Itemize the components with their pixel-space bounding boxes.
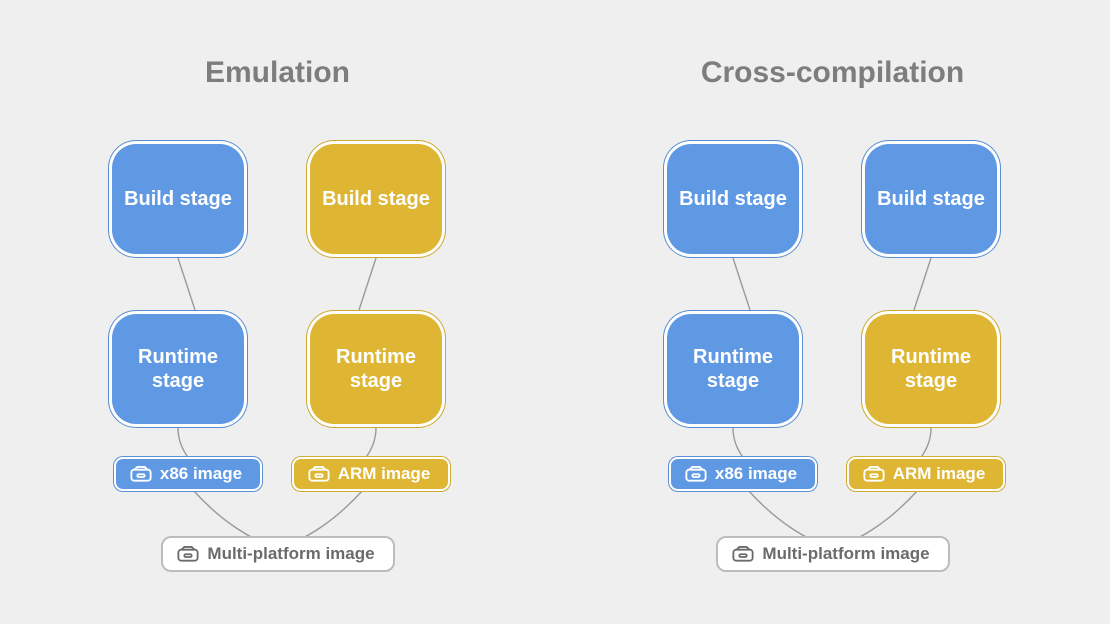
emulation-runtime-right-box: Runtime stage xyxy=(306,310,446,428)
pill-label: ARM image xyxy=(338,464,431,484)
cross-x86-image-pill: x86 image xyxy=(668,456,818,492)
pill-label: x86 image xyxy=(715,464,797,484)
cross-runtime-right-box: Runtime stage xyxy=(861,310,1001,428)
emulation-build-right-box: Build stage xyxy=(306,140,446,258)
cross-build-right-box: Build stage xyxy=(861,140,1001,258)
box-label: Runtime stage xyxy=(109,345,247,393)
cross-compilation-connectors xyxy=(555,0,1110,624)
cross-compilation-panel: Cross-compilation Build stage Build stag… xyxy=(555,0,1110,624)
emulation-connectors xyxy=(0,0,555,624)
pill-label: ARM image xyxy=(893,464,986,484)
pill-label: Multi-platform image xyxy=(762,544,929,564)
pill-label: Multi-platform image xyxy=(207,544,374,564)
emulation-build-left-box: Build stage xyxy=(108,140,248,258)
cross-build-left-box: Build stage xyxy=(663,140,803,258)
emulation-x86-image-pill: x86 image xyxy=(113,456,263,492)
disk-icon xyxy=(308,466,330,482)
cross-arm-image-pill: ARM image xyxy=(846,456,1006,492)
disk-icon xyxy=(177,546,199,562)
box-label: Build stage xyxy=(116,187,240,211)
emulation-multi-platform-pill: Multi-platform image xyxy=(161,536,395,572)
disk-icon xyxy=(685,466,707,482)
emulation-arm-image-pill: ARM image xyxy=(291,456,451,492)
emulation-panel: Emulation Build stage Build stage Runtim… xyxy=(0,0,555,624)
emulation-runtime-left-box: Runtime stage xyxy=(108,310,248,428)
box-label: Build stage xyxy=(671,187,795,211)
pill-label: x86 image xyxy=(160,464,242,484)
box-label: Runtime stage xyxy=(307,345,445,393)
disk-icon xyxy=(732,546,754,562)
box-label: Runtime stage xyxy=(664,345,802,393)
cross-multi-platform-pill: Multi-platform image xyxy=(716,536,950,572)
cross-compilation-title: Cross-compilation xyxy=(555,56,1110,90)
disk-icon xyxy=(130,466,152,482)
cross-runtime-left-box: Runtime stage xyxy=(663,310,803,428)
box-label: Runtime stage xyxy=(862,345,1000,393)
emulation-title: Emulation xyxy=(0,56,555,90)
box-label: Build stage xyxy=(869,187,993,211)
disk-icon xyxy=(863,466,885,482)
box-label: Build stage xyxy=(314,187,438,211)
